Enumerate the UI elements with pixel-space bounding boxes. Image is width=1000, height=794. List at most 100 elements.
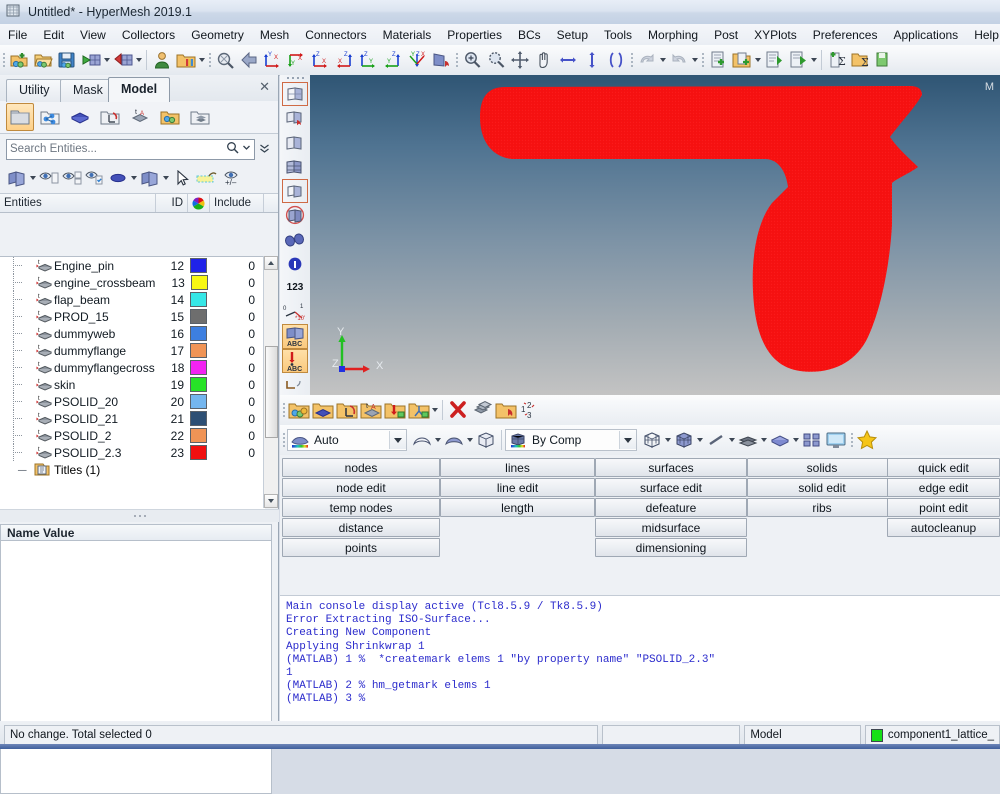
entity-tree-scrollbar[interactable] [263,256,278,508]
entity-name[interactable]: dummyflange [54,344,154,358]
panel-button[interactable]: edge edit [887,478,1000,497]
view-yz-icon[interactable]: ZY [381,48,405,72]
shaded-plate-icon[interactable] [768,428,792,452]
scroll-thumb[interactable] [265,346,278,438]
geometry-display-icon[interactable] [282,82,308,107]
component-entity-icon[interactable]: t [34,412,54,426]
open-model-icon[interactable] [31,48,55,72]
star-icon[interactable] [855,428,879,452]
shaded-surface-dropdown-arrow[interactable] [466,428,474,452]
table-row[interactable]: t PSOLID_21 21 0 [0,409,265,427]
isolate-only-icon[interactable] [84,166,106,190]
shade-dropdown-arrow[interactable] [130,166,138,190]
entity-color-swatch[interactable] [190,258,211,273]
connectors-icon[interactable] [36,103,64,131]
collector-toolbar-grip[interactable] [280,400,287,420]
redo-dropdown-arrow[interactable] [691,48,699,72]
grid-layout-icon[interactable] [800,428,824,452]
view-yx-icon[interactable]: YX [285,48,309,72]
component-entity-icon[interactable]: t [34,310,54,324]
zoom-fit-icon[interactable] [213,48,237,72]
entity-name[interactable]: PSOLID_2 [54,429,154,443]
surface-icon[interactable] [410,428,434,452]
visibility-plus-minus-icon[interactable]: +/– [221,166,245,190]
component-entity-icon[interactable]: t [34,378,54,392]
panel-button[interactable]: nodes [282,458,440,477]
table-row[interactable]: t dummyflange 17 0 [0,341,265,359]
pan-icon[interactable] [532,48,556,72]
rotate-horizontal-icon[interactable] [556,48,580,72]
expand-toggle-icon[interactable]: ─ [18,463,30,477]
user-profile-icon[interactable] [150,48,174,72]
table-row[interactable]: t flap_beam 14 0 [0,290,265,308]
view-isometric-icon[interactable]: YZX [405,48,429,72]
view-xy-icon[interactable]: YX [261,48,285,72]
previous-view-icon[interactable] [237,48,261,72]
load-abc-icon[interactable]: ABC [282,348,308,373]
menu-collectors[interactable]: Collectors [114,26,183,44]
menu-edit[interactable]: Edit [35,26,72,44]
menu-help[interactable]: Help [966,26,1000,44]
shaded-elements-dropdown-arrow[interactable] [696,428,704,452]
page-copy-icon[interactable] [730,48,754,72]
isolate-icon[interactable] [61,166,83,190]
surface-dropdown-arrow[interactable] [434,428,442,452]
color-wheel-icon[interactable] [188,194,210,212]
toolbar-grip[interactable] [0,50,7,70]
import-dropdown-arrow[interactable] [103,48,111,72]
side-toolbar-grip[interactable] [286,77,304,79]
components-icon[interactable] [156,103,184,131]
tab-model[interactable]: Model [108,77,171,102]
toolbar-grip-3[interactable] [453,50,460,70]
page-copy-dropdown-arrow[interactable] [754,48,762,72]
titles-label[interactable]: Titles (1) [54,463,100,477]
panel-button[interactable]: temp nodes [282,498,440,517]
color-mode-dropdown[interactable]: By Comp [505,429,637,451]
tab-utility[interactable]: Utility [6,79,63,102]
scroll-up-arrow[interactable] [264,256,278,270]
panel-button[interactable]: surfaces [595,458,747,477]
component-entity-icon[interactable]: t [34,293,54,307]
menu-post[interactable]: Post [706,26,746,44]
component-collector-icon[interactable] [287,398,311,422]
entity-name[interactable]: PSOLID_20 [54,395,154,409]
menu-setup[interactable]: Setup [549,26,596,44]
component-entity-icon[interactable]: t [34,259,54,273]
page-next-icon[interactable] [786,48,810,72]
shaded-elements-cube-icon[interactable] [672,428,696,452]
measure-icon[interactable]: 0 1 *10' [282,300,308,324]
shade-icon[interactable] [107,166,129,190]
panel-button[interactable]: lines [440,458,595,477]
rotate-free-icon[interactable] [604,48,628,72]
screen-icon[interactable] [824,428,848,452]
info-icon[interactable] [282,252,308,276]
panel-button[interactable]: points [282,538,440,557]
table-row[interactable]: t dummyflangecross 18 0 [0,358,265,376]
entity-name[interactable]: skin [54,378,154,392]
menu-connectors[interactable]: Connectors [297,26,374,44]
shrinkwrap-mesh[interactable] [310,75,1000,395]
wireframe-icon[interactable] [282,155,308,179]
table-row[interactable]: t dummyweb 16 0 [0,324,265,342]
table-row[interactable]: t skin 19 0 [0,375,265,393]
property-collector-icon[interactable] [311,398,335,422]
assembly-dropdown-arrow[interactable] [431,398,439,422]
panel-button[interactable]: point edit [887,498,1000,517]
table-row[interactable]: t PSOLID_20 20 0 [0,392,265,410]
component-entity-icon[interactable]: t [34,327,54,341]
table-row[interactable]: t PROD_15 15 0 [0,307,265,325]
panel-button[interactable]: surface edit [595,478,747,497]
menu-tools[interactable]: Tools [596,26,640,44]
name-value-body[interactable] [0,541,272,794]
mesh-layers-icon[interactable] [736,428,760,452]
scroll-down-arrow[interactable] [264,494,278,508]
titles-icon[interactable]: tA [126,103,154,131]
element-display-dropdown-arrow[interactable] [162,166,170,190]
hide-icon[interactable] [38,166,60,190]
entity-color-swatch[interactable] [190,326,211,341]
plot-icon[interactable] [282,373,308,397]
panel-button[interactable]: solids [747,458,897,477]
chevron-down-icon[interactable] [242,143,251,155]
new-model-icon[interactable] [7,48,31,72]
component-entity-icon[interactable]: t [34,276,54,290]
